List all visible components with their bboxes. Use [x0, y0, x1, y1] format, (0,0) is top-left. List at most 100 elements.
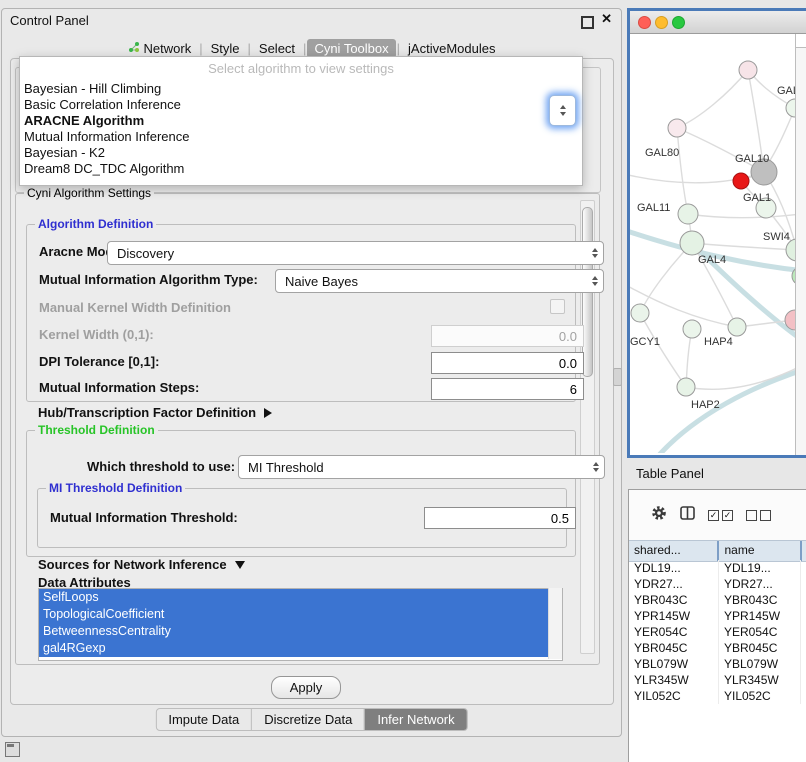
hub-definition-disclosure[interactable]: Hub/Transcription Factor Definition	[38, 405, 272, 420]
tab-label: Select	[259, 41, 295, 56]
which-threshold-select[interactable]: MI Threshold	[238, 455, 605, 479]
table-column-header[interactable]: shared...	[629, 541, 717, 561]
network-edge	[677, 128, 688, 214]
group-title: Cyni Algorithm Settings	[24, 186, 154, 200]
table-cell: 8.	[800, 624, 806, 640]
tab-separator: |	[199, 41, 202, 56]
table-cell: YBR043C	[629, 592, 718, 608]
tab-network[interactable]: Network	[121, 39, 199, 58]
network-node-label: GCY1	[630, 336, 660, 348]
bottom-tab-bar: Impute DataDiscretize DataInfer Network	[155, 708, 467, 731]
which-threshold-label: Which threshold to use:	[87, 459, 235, 474]
table-row[interactable]: YBR043CYBR043C	[629, 592, 806, 608]
algorithm-definition-group: Algorithm Definition Aracne Mode: Discov…	[26, 224, 576, 402]
network-edge	[677, 128, 764, 172]
network-node[interactable]	[677, 378, 695, 396]
algorithm-combobox-button[interactable]	[549, 95, 576, 126]
zoom-traffic-light[interactable]	[672, 16, 685, 29]
algorithm-option[interactable]: Bayesian - K2	[20, 145, 582, 161]
table-panel-window: shared...name YDL19...YDL19...13YDR27...…	[628, 489, 806, 762]
table-cell: 9.	[800, 672, 806, 688]
algorithm-option[interactable]: Dream8 DC_TDC Algorithm	[20, 161, 582, 177]
control-panel-window: Control Panel Network|Style|Select|Cyni …	[1, 8, 622, 737]
tab-cyni-toolbox[interactable]: Cyni Toolbox	[307, 39, 395, 58]
network-scrollbar[interactable]	[795, 34, 806, 455]
columns-icon[interactable]	[680, 506, 695, 525]
algorithm-option[interactable]: Bayesian - Hill Climbing	[20, 81, 582, 97]
table-row[interactable]: YDL19...YDL19...13	[629, 560, 806, 576]
table-header: shared...name	[629, 540, 806, 562]
mi-type-select[interactable]: Naive Bayes	[275, 269, 604, 293]
mi-steps-field[interactable]	[431, 378, 584, 400]
table-cell: YDL19...	[629, 560, 718, 576]
table-column-header[interactable]: name	[717, 541, 800, 561]
network-node[interactable]	[733, 173, 749, 189]
network-node[interactable]	[680, 231, 704, 255]
unchecked-box-icon	[760, 510, 771, 521]
gear-icon[interactable]	[651, 505, 667, 526]
mi-threshold-field[interactable]	[424, 507, 576, 529]
data-attribute-item[interactable]: gal4RGexp	[39, 640, 553, 657]
network-node[interactable]	[678, 204, 698, 224]
table-row[interactable]: YIL052CYIL052C	[629, 688, 806, 704]
algorithm-dropdown-popup: Select algorithm to view settings Bayesi…	[19, 56, 583, 186]
combo-stepper-icon	[592, 248, 598, 258]
bottom-tab-infer-network[interactable]: Infer Network	[364, 709, 466, 730]
network-node-label: GAL1	[743, 192, 771, 204]
algorithm-option[interactable]: Mutual Information Inference	[20, 129, 582, 145]
data-attribute-item[interactable]: SelfLoops	[39, 589, 553, 606]
table-row[interactable]: YPR145WYPR145W9.	[629, 608, 806, 624]
network-node[interactable]	[668, 119, 686, 137]
network-icon	[128, 41, 140, 56]
table-row[interactable]: YBR045CYBR045C9.	[629, 640, 806, 656]
network-node[interactable]	[683, 320, 701, 338]
tab-select[interactable]: Select	[252, 39, 302, 58]
close-traffic-light[interactable]	[638, 16, 651, 29]
select-all-icon[interactable]	[708, 510, 733, 521]
network-edge	[692, 243, 797, 250]
attributes-scrollbar[interactable]	[548, 588, 562, 659]
table-column-header[interactable]	[800, 541, 806, 561]
table-row[interactable]: YER054CYER054C8.	[629, 624, 806, 640]
mi-threshold-group: MI Threshold Definition Mutual Informati…	[37, 488, 567, 548]
apply-button[interactable]: Apply	[271, 676, 341, 699]
tab-label: Style	[211, 41, 240, 56]
minimize-traffic-light[interactable]	[655, 16, 668, 29]
data-attribute-item[interactable]: BetweennessCentrality	[39, 623, 553, 640]
table-row[interactable]: YLR345WYLR345W9.	[629, 672, 806, 688]
unchecked-box-icon	[746, 510, 757, 521]
table-cell: YLR345W	[629, 672, 718, 688]
tab-style[interactable]: Style	[204, 39, 247, 58]
network-node[interactable]	[631, 304, 649, 322]
sources-disclosure[interactable]: Sources for Network Inference	[38, 557, 245, 572]
hub-definition-label: Hub/Transcription Factor Definition	[38, 405, 256, 420]
float-window-icon[interactable]	[581, 16, 594, 29]
network-node-label: GAL4	[698, 254, 726, 266]
table-body: YDL19...YDL19...13YDR27...YDR27...12YBR0…	[629, 560, 806, 762]
panel-divider-handle[interactable]	[613, 368, 622, 386]
bottom-tab-impute-data[interactable]: Impute Data	[156, 709, 251, 730]
table-cell: 13	[800, 560, 806, 576]
tab-label: Cyni Toolbox	[314, 41, 388, 56]
network-node[interactable]	[739, 61, 757, 79]
data-attribute-item[interactable]: TopologicalCoefficient	[39, 606, 553, 623]
network-node[interactable]	[728, 318, 746, 336]
algorithm-option[interactable]: Basic Correlation Inference	[20, 97, 582, 113]
network-canvas[interactable]: GAL80GAL10GAL1GAL11SWI4GAL4GCY1HAP4HAP2G…	[630, 34, 806, 455]
table-row[interactable]: YDR27...YDR27...12	[629, 576, 806, 592]
close-icon[interactable]	[601, 11, 612, 27]
restore-panel-icon[interactable]	[5, 742, 20, 757]
tab-separator: |	[248, 41, 251, 56]
kernel-width-label: Kernel Width (0,1):	[39, 327, 154, 342]
deselect-all-icon[interactable]	[746, 510, 771, 521]
aracne-mode-select[interactable]: Discovery	[107, 241, 604, 265]
network-graph[interactable]: GAL80GAL10GAL1GAL11SWI4GAL4GCY1HAP4HAP2G…	[630, 34, 806, 453]
scrollbar-button[interactable]	[796, 34, 806, 48]
tab-jactivemodules[interactable]: jActiveModules	[401, 39, 502, 58]
bottom-tab-discretize-data[interactable]: Discretize Data	[251, 709, 364, 730]
dpi-tolerance-field[interactable]	[431, 352, 584, 374]
table-row[interactable]: YBL079WYBL079W	[629, 656, 806, 672]
network-edge	[688, 212, 806, 218]
collapsed-arrow-icon	[264, 408, 272, 418]
algorithm-option[interactable]: ARACNE Algorithm	[20, 113, 582, 129]
